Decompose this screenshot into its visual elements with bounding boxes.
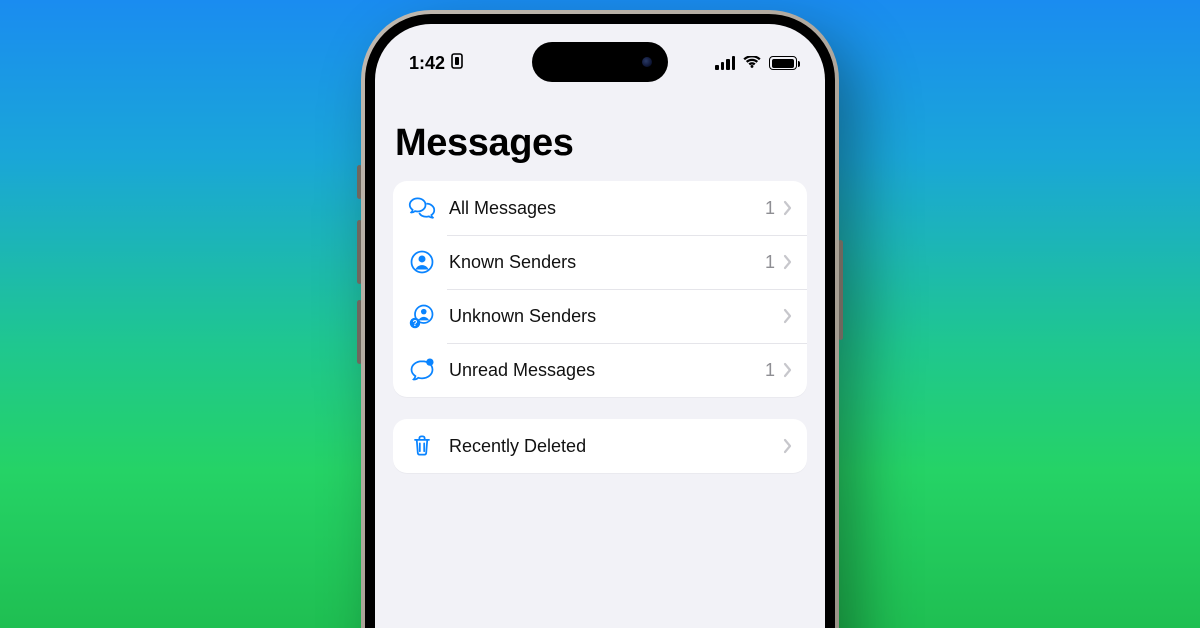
messages-bubbles-icon bbox=[407, 193, 437, 223]
row-label: Known Senders bbox=[449, 252, 765, 273]
row-unread-messages[interactable]: Unread Messages 1 bbox=[393, 343, 807, 397]
chevron-right-icon bbox=[783, 362, 793, 378]
dynamic-island bbox=[532, 42, 668, 82]
trash-icon bbox=[407, 431, 437, 461]
page-title: Messages bbox=[395, 122, 805, 165]
status-time: 1:42 bbox=[409, 53, 445, 74]
chevron-right-icon bbox=[783, 308, 793, 324]
chevron-right-icon bbox=[783, 438, 793, 454]
row-unknown-senders[interactable]: ? Unknown Senders bbox=[393, 289, 807, 343]
person-question-icon: ? bbox=[407, 301, 437, 331]
row-label: All Messages bbox=[449, 198, 765, 219]
row-label: Unread Messages bbox=[449, 360, 765, 381]
phone-mockup: 1:42 Messages bbox=[361, 10, 839, 628]
secondary-card: Recently Deleted bbox=[393, 419, 807, 473]
row-all-messages[interactable]: All Messages 1 bbox=[393, 181, 807, 235]
filters-card: All Messages 1 bbox=[393, 181, 807, 397]
person-circle-icon bbox=[407, 247, 437, 277]
row-count: 1 bbox=[765, 252, 775, 273]
front-camera-icon bbox=[642, 57, 652, 67]
row-count: 1 bbox=[765, 360, 775, 381]
row-label: Unknown Senders bbox=[449, 306, 775, 327]
wifi-icon bbox=[743, 56, 761, 70]
row-recently-deleted[interactable]: Recently Deleted bbox=[393, 419, 807, 473]
cellular-signal-icon bbox=[715, 56, 735, 70]
row-count: 1 bbox=[765, 198, 775, 219]
phone-screen: 1:42 Messages bbox=[375, 24, 825, 628]
row-known-senders[interactable]: Known Senders 1 bbox=[393, 235, 807, 289]
sim-indicator-icon bbox=[451, 53, 465, 74]
chevron-right-icon bbox=[783, 200, 793, 216]
row-label: Recently Deleted bbox=[449, 436, 783, 457]
message-badge-icon bbox=[407, 355, 437, 385]
battery-icon bbox=[769, 56, 797, 70]
chevron-right-icon bbox=[783, 254, 793, 270]
svg-text:?: ? bbox=[413, 319, 418, 328]
